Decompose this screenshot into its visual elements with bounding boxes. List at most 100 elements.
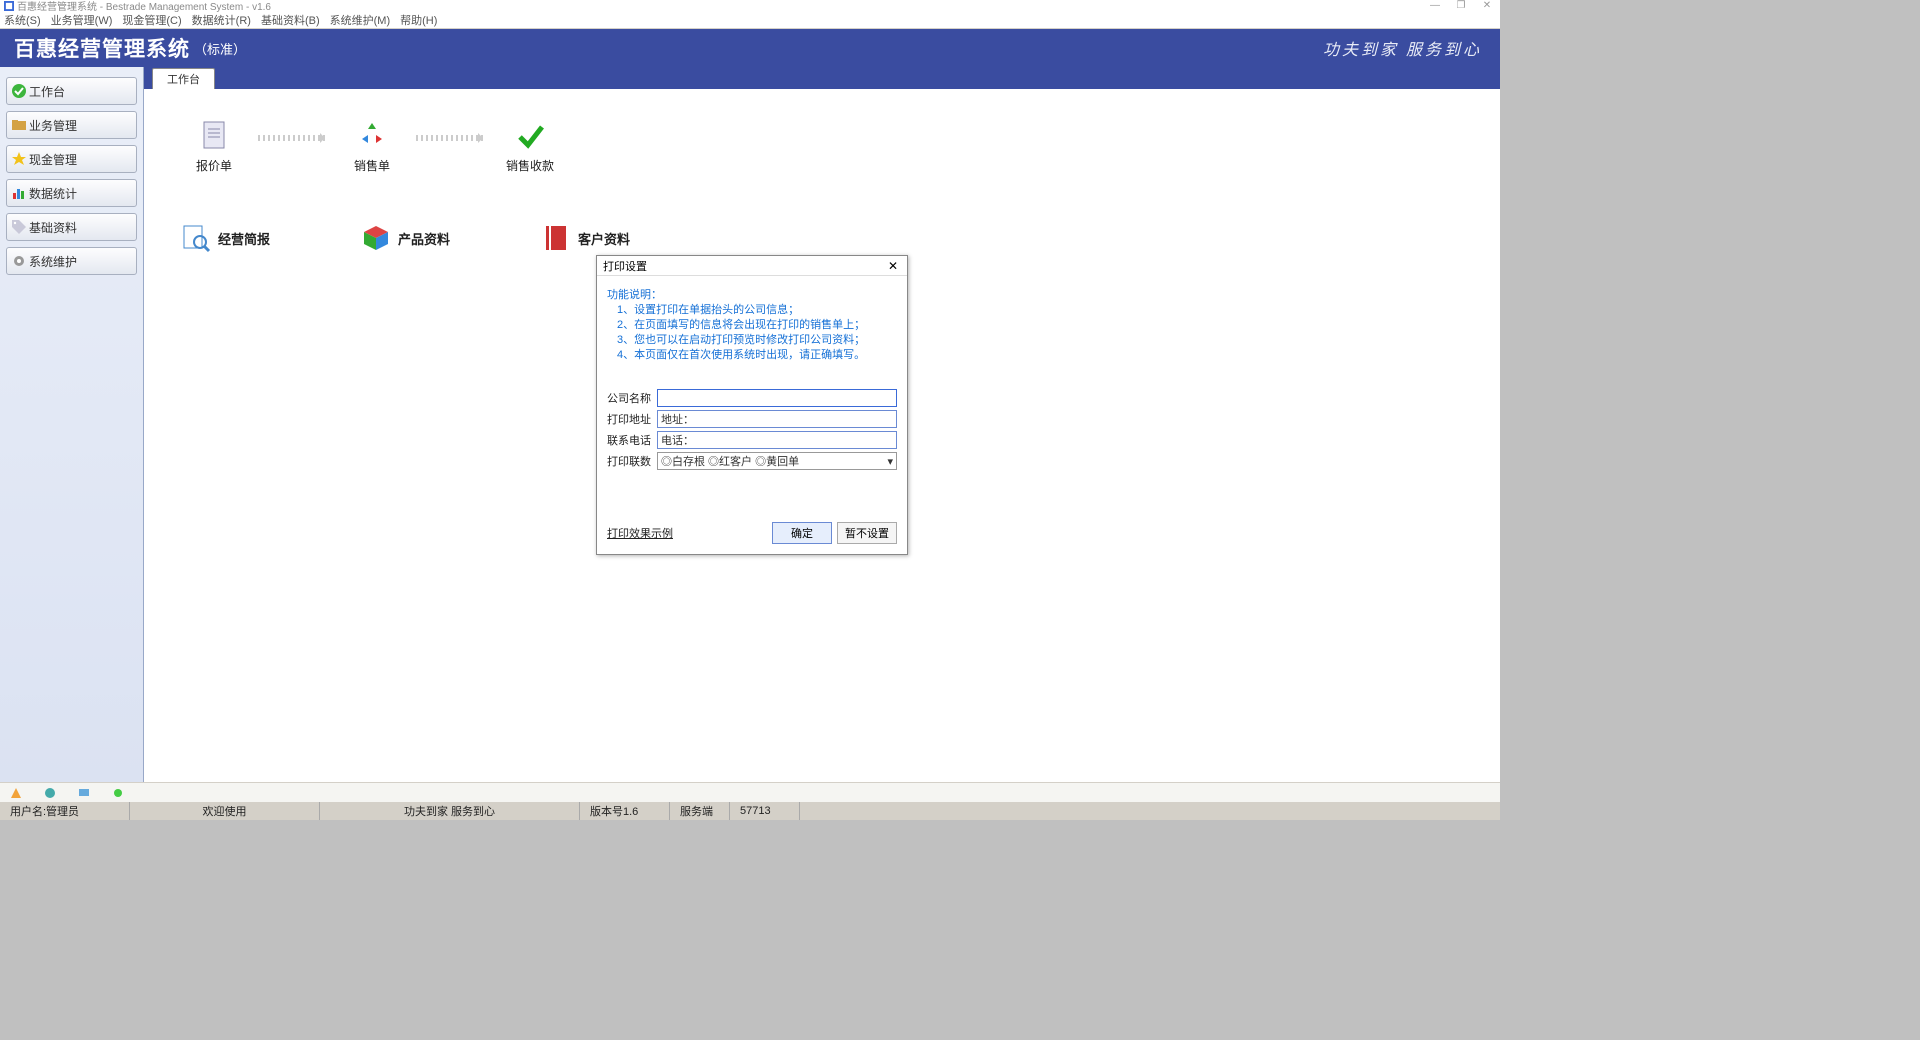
quick-label: 客户资料 <box>578 229 630 248</box>
status-user: 用户名:管理员 <box>0 802 130 820</box>
tab-workspace[interactable]: 工作台 <box>152 68 215 89</box>
address-input[interactable] <box>657 410 897 428</box>
check-icon <box>11 83 27 99</box>
quick-customer[interactable]: 客户资料 <box>540 222 630 254</box>
tag-icon <box>11 219 27 235</box>
flow-quote[interactable]: 报价单 <box>174 119 254 174</box>
field-phone: 联系电话 <box>607 431 897 449</box>
warn-icon[interactable] <box>10 787 22 799</box>
sidebar-item-business[interactable]: 业务管理 <box>6 111 137 139</box>
field-address: 打印地址 <box>607 410 897 428</box>
dialog-title: 打印设置 <box>603 258 647 274</box>
status-icon-bar <box>0 782 1500 802</box>
dialog-body: 功能说明： 1、设置打印在单据抬头的公司信息； 2、在页面填写的信息将会出现在打… <box>597 276 907 481</box>
sidebar-item-label: 现金管理 <box>29 151 77 168</box>
title-bar: 百惠经营管理系统 - Bestrade Management System - … <box>0 0 1500 11</box>
dialog-description: 功能说明： 1、设置打印在单据抬头的公司信息； 2、在页面填写的信息将会出现在打… <box>607 288 897 363</box>
menu-system[interactable]: 系统(S) <box>4 12 41 28</box>
window-controls: — ❐ ✕ <box>1422 0 1500 11</box>
company-label: 公司名称 <box>607 390 657 406</box>
menu-help[interactable]: 帮助(H) <box>400 12 437 28</box>
workflow-row: 报价单 销售单 销售收款 <box>174 119 1470 174</box>
screen-icon[interactable] <box>78 787 90 799</box>
cancel-button[interactable]: 暂不设置 <box>837 522 897 544</box>
copies-select[interactable]: ◎白存根 ◎红客户 ◎黄回单 ▾ <box>657 452 897 470</box>
close-button[interactable]: ✕ <box>1474 0 1500 11</box>
menu-cash[interactable]: 现金管理(C) <box>122 12 181 28</box>
flow-label: 销售收款 <box>506 159 554 173</box>
arrow-icon <box>258 135 328 141</box>
app-icon <box>4 1 14 11</box>
status-server: 服务端 <box>670 802 730 820</box>
sidebar-item-label: 工作台 <box>29 83 65 100</box>
desc-line: 2、在页面填写的信息将会出现在打印的销售单上； <box>607 318 897 333</box>
document-icon <box>198 119 230 151</box>
box-icon <box>360 222 392 254</box>
flow-label: 报价单 <box>196 159 232 173</box>
flow-payment[interactable]: 销售收款 <box>490 119 570 174</box>
company-input[interactable] <box>657 389 897 407</box>
sidebar-item-label: 系统维护 <box>29 253 77 270</box>
menu-business[interactable]: 业务管理(W) <box>51 12 113 28</box>
phone-input[interactable] <box>657 431 897 449</box>
chart-icon <box>11 185 27 201</box>
brand-title: 百惠经营管理系统 <box>14 33 190 63</box>
folder-icon <box>11 117 27 133</box>
phone-label: 联系电话 <box>607 432 657 448</box>
menu-maintain[interactable]: 系统维护(M) <box>330 12 391 28</box>
menu-bar: 系统(S) 业务管理(W) 现金管理(C) 数据统计(R) 基础资料(B) 系统… <box>0 11 1500 29</box>
status-port: 57713 <box>730 802 800 820</box>
print-settings-dialog: 打印设置 ✕ 功能说明： 1、设置打印在单据抬头的公司信息； 2、在页面填写的信… <box>596 255 908 555</box>
recycle-icon <box>356 119 388 151</box>
desc-line: 3、您也可以在启动打印预览时修改打印公司资料； <box>607 333 897 348</box>
chevron-down-icon: ▾ <box>887 455 893 468</box>
quick-product[interactable]: 产品资料 <box>360 222 450 254</box>
sidebar-item-label: 基础资料 <box>29 219 77 236</box>
address-label: 打印地址 <box>607 411 657 427</box>
dialog-buttons: 确定 暂不设置 <box>772 522 897 544</box>
dialog-footer: 打印效果示例 确定 暂不设置 <box>607 522 897 544</box>
menu-stats[interactable]: 数据统计(R) <box>192 12 251 28</box>
quick-label: 经营简报 <box>218 229 270 248</box>
sidebar-item-cash[interactable]: 现金管理 <box>6 145 137 173</box>
star-icon <box>11 151 27 167</box>
field-copies: 打印联数 ◎白存根 ◎红客户 ◎黄回单 ▾ <box>607 452 897 470</box>
field-company: 公司名称 <box>607 389 897 407</box>
flow-label: 销售单 <box>354 159 390 173</box>
status-bar: 用户名:管理员 欢迎使用 功夫到家 服务到心 版本号1.6 服务端 57713 <box>0 802 1500 820</box>
menu-basedata[interactable]: 基础资料(B) <box>261 12 320 28</box>
magnifier-icon <box>180 222 212 254</box>
dialog-titlebar: 打印设置 ✕ <box>597 256 907 276</box>
window-title: 百惠经营管理系统 - Bestrade Management System - … <box>17 0 271 13</box>
brand-bar: 百惠经营管理系统 （标准） 功夫到家 服务到心 <box>0 29 1500 67</box>
status-version: 版本号1.6 <box>580 802 670 820</box>
minimize-button[interactable]: — <box>1422 0 1448 11</box>
arrow-icon <box>416 135 486 141</box>
flow-sales[interactable]: 销售单 <box>332 119 412 174</box>
sidebar: 工作台 业务管理 现金管理 数据统计 基础资料 系统维护 <box>0 67 144 782</box>
sidebar-item-workspace[interactable]: 工作台 <box>6 77 137 105</box>
gear-icon <box>11 253 27 269</box>
info-icon[interactable] <box>44 787 56 799</box>
desc-line: 1、设置打印在单据抬头的公司信息； <box>607 303 897 318</box>
sidebar-item-maintain[interactable]: 系统维护 <box>6 247 137 275</box>
check-icon <box>514 119 546 151</box>
quick-report[interactable]: 经营简报 <box>180 222 270 254</box>
ok-button[interactable]: 确定 <box>772 522 832 544</box>
dot-icon[interactable] <box>112 787 124 799</box>
brand-slogan: 功夫到家 服务到心 <box>1323 36 1482 60</box>
book-icon <box>540 222 572 254</box>
print-preview-link[interactable]: 打印效果示例 <box>607 525 673 541</box>
dialog-close-button[interactable]: ✕ <box>885 258 901 274</box>
sidebar-item-label: 数据统计 <box>29 185 77 202</box>
tab-strip: 工作台 <box>144 67 1500 89</box>
copies-value: ◎白存根 ◎红客户 ◎黄回单 <box>661 453 799 469</box>
sidebar-item-stats[interactable]: 数据统计 <box>6 179 137 207</box>
copies-label: 打印联数 <box>607 453 657 469</box>
desc-line: 4、本页面仅在首次使用系统时出现，请正确填写。 <box>607 348 897 363</box>
sidebar-item-label: 业务管理 <box>29 117 77 134</box>
sidebar-item-basedata[interactable]: 基础资料 <box>6 213 137 241</box>
maximize-button[interactable]: ❐ <box>1448 0 1474 11</box>
quick-label: 产品资料 <box>398 229 450 248</box>
desc-title: 功能说明： <box>607 288 897 303</box>
